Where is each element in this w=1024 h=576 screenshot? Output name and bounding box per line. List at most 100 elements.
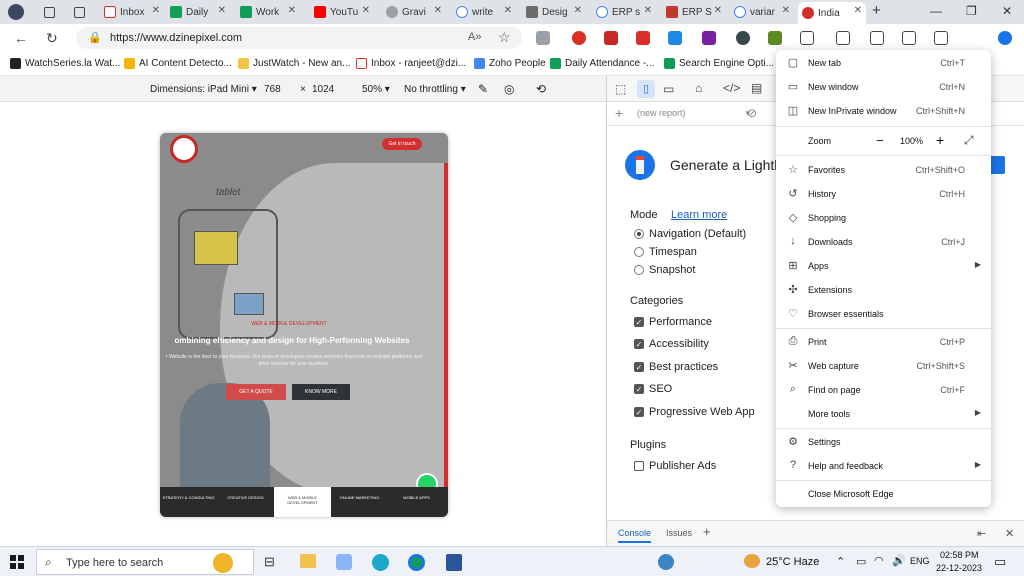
category-accessibility[interactable]: ✓ Accessibility xyxy=(634,338,709,350)
menu-item-extensions[interactable]: ✣ Extensions xyxy=(776,279,991,301)
inspect-icon[interactable]: ⬚ xyxy=(615,82,626,96)
chevron-up-icon[interactable]: ⌃ xyxy=(836,555,845,568)
taskbar-search[interactable]: ⌕ Type here to search xyxy=(36,549,254,575)
menu-item-apps[interactable]: ⊞ Apps ▶ xyxy=(776,255,991,277)
category-best-practices[interactable]: ✓ Best practices xyxy=(634,361,718,373)
sensors-icon[interactable]: ◎ xyxy=(504,82,514,96)
zoom-select[interactable]: 50% ▾ xyxy=(362,84,390,95)
site-logo[interactable] xyxy=(170,135,198,163)
width-input[interactable]: 768 xyxy=(264,84,281,95)
favorite-watchseries[interactable]: WatchSeries.la Wat... xyxy=(10,58,120,69)
zoom-in-button[interactable]: + xyxy=(936,132,944,148)
extension-200-icon[interactable] xyxy=(668,31,682,45)
close-icon[interactable]: ✕ xyxy=(782,5,790,16)
windows-start-icon[interactable] xyxy=(10,555,24,569)
tab-design[interactable]: Desig ✕ xyxy=(522,2,586,22)
menu-item-favorites[interactable]: ☆ Favorites Ctrl+Shift+O xyxy=(776,159,991,181)
tab-gravi[interactable]: Gravi ✕ xyxy=(382,2,446,22)
clear-report-icon[interactable]: ⊘ xyxy=(747,106,757,120)
extension-icon[interactable] xyxy=(636,31,650,45)
category-performance[interactable]: ✓ Performance xyxy=(634,316,712,328)
close-icon[interactable]: ✕ xyxy=(288,5,296,16)
weather-text[interactable]: 25°C Haze xyxy=(766,556,819,568)
copilot-icon[interactable] xyxy=(998,31,1012,45)
know-more-button[interactable]: KNOW MORE xyxy=(292,384,350,400)
help-assistant-icon[interactable] xyxy=(658,554,674,570)
add-drawer-tab-icon[interactable]: + xyxy=(703,524,711,539)
close-icon[interactable]: ✕ xyxy=(854,5,862,16)
menu-item-history[interactable]: ↺ History Ctrl+H xyxy=(776,183,991,205)
volume-icon[interactable]: 🔊 xyxy=(892,554,906,567)
tab-youtube[interactable]: YouTu ✕ xyxy=(310,2,374,22)
eyedropper-icon[interactable]: ✎ xyxy=(478,82,488,96)
tab-erp-1[interactable]: ERP s ✕ xyxy=(592,2,656,22)
close-icon[interactable]: ✕ xyxy=(574,5,582,16)
zoom-out-button[interactable]: − xyxy=(876,133,884,148)
task-view-icon[interactable]: ⊟ xyxy=(264,554,275,570)
menu-item-new-tab[interactable]: ▢ New tab Ctrl+T xyxy=(776,52,991,74)
throttle-select[interactable]: No throttling ▾ xyxy=(404,84,466,95)
console-icon[interactable]: ▤ xyxy=(751,81,762,95)
device-select[interactable]: Dimensions: iPad Mini ▾ xyxy=(150,84,257,95)
height-input[interactable]: 1024 xyxy=(312,84,334,95)
refresh-icon[interactable]: ↻ xyxy=(46,30,58,47)
extension-icon[interactable] xyxy=(736,31,750,45)
menu-item-find-on-page[interactable]: ⌕ Find on page Ctrl+F xyxy=(776,379,991,401)
analyze-button[interactable] xyxy=(989,156,1005,174)
clock-time[interactable]: 02:58 PM xyxy=(940,550,979,560)
favorites-icon[interactable] xyxy=(870,31,884,45)
edge-icon[interactable] xyxy=(372,554,389,571)
menu-item-close-edge[interactable]: Close Microsoft Edge xyxy=(776,483,991,505)
device-mode-icon[interactable]: ▯ xyxy=(637,80,655,98)
notifications-icon[interactable]: ▭ xyxy=(994,554,1006,570)
issues-tab[interactable]: Issues xyxy=(666,528,692,538)
menu-item-more-tools[interactable]: More tools ▶ xyxy=(776,403,991,425)
performance-icon[interactable] xyxy=(934,31,948,45)
favorite-ai-content[interactable]: AI Content Detecto... xyxy=(124,58,232,69)
close-icon[interactable]: ✕ xyxy=(504,5,512,16)
network-icon[interactable]: ▭ xyxy=(856,555,866,568)
menu-item-new-window[interactable]: ▭ New window Ctrl+N xyxy=(776,76,991,98)
report-select[interactable]: (new report) ▾ xyxy=(637,108,750,119)
learn-more-link[interactable]: Learn more xyxy=(671,209,727,221)
close-icon[interactable]: ✕ xyxy=(714,5,722,16)
close-icon[interactable]: ✕ xyxy=(218,5,226,16)
close-icon[interactable]: ✕ xyxy=(644,5,652,16)
bottom-nav-item-web[interactable]: WEB & MOBILE DEVELOPMENT xyxy=(274,487,331,517)
wifi-icon[interactable]: ◠ xyxy=(874,554,884,567)
read-aloud-icon[interactable]: A» xyxy=(468,31,481,43)
new-tab-plus-icon[interactable]: + xyxy=(872,2,881,19)
fullscreen-icon[interactable]: ⤢ xyxy=(964,133,974,148)
tab-work[interactable]: Work ✕ xyxy=(236,2,300,22)
close-drawer-icon[interactable]: ✕ xyxy=(1005,527,1014,540)
favorite-zoho[interactable]: Zoho People xyxy=(474,58,546,69)
close-window-icon[interactable]: ✕ xyxy=(1002,4,1012,18)
extension-icon[interactable] xyxy=(536,31,550,45)
bottom-nav-item-design[interactable]: CREATIVE DESIGN xyxy=(217,495,274,500)
menu-item-print[interactable]: ⎙ Print Ctrl+P xyxy=(776,331,991,353)
profile-avatar[interactable] xyxy=(8,4,24,20)
extension-icon[interactable] xyxy=(604,31,618,45)
extensions-puzzle-icon[interactable] xyxy=(800,31,814,45)
get-in-touch-button[interactable]: Get in touch xyxy=(382,138,422,150)
dock-icon[interactable]: ⇤ xyxy=(977,527,986,540)
menu-item-inprivate[interactable]: ◫ New InPrivate window Ctrl+Shift+N xyxy=(776,100,991,122)
plugin-publisher-ads[interactable]: Publisher Ads xyxy=(634,460,716,472)
close-icon[interactable]: ✕ xyxy=(152,5,160,16)
menu-item-shopping[interactable]: ◇ Shopping xyxy=(776,207,991,229)
file-explorer-icon[interactable] xyxy=(300,554,316,568)
mode-timespan[interactable]: Timespan xyxy=(634,246,697,258)
tab-workspaces[interactable] xyxy=(40,2,68,22)
favorite-seo[interactable]: Search Engine Opti... xyxy=(664,58,774,69)
language-indicator[interactable]: ENG xyxy=(910,556,930,566)
app-icon[interactable] xyxy=(336,554,352,570)
get-a-quote-button[interactable]: GET A QUOTE xyxy=(226,384,286,400)
extension-icon[interactable] xyxy=(702,31,716,45)
elements-icon[interactable]: </> xyxy=(723,81,740,95)
extension-icon[interactable] xyxy=(768,31,782,45)
tab-erp-2[interactable]: ERP S ✕ xyxy=(662,2,726,22)
menu-item-browser-essentials[interactable]: ♡ Browser essentials xyxy=(776,303,991,325)
favorite-star-icon[interactable]: ☆ xyxy=(498,29,511,46)
tab-variant[interactable]: variar ✕ xyxy=(730,2,794,22)
bottom-nav-item-marketing[interactable]: ONLINE MARKETING xyxy=(331,495,388,500)
